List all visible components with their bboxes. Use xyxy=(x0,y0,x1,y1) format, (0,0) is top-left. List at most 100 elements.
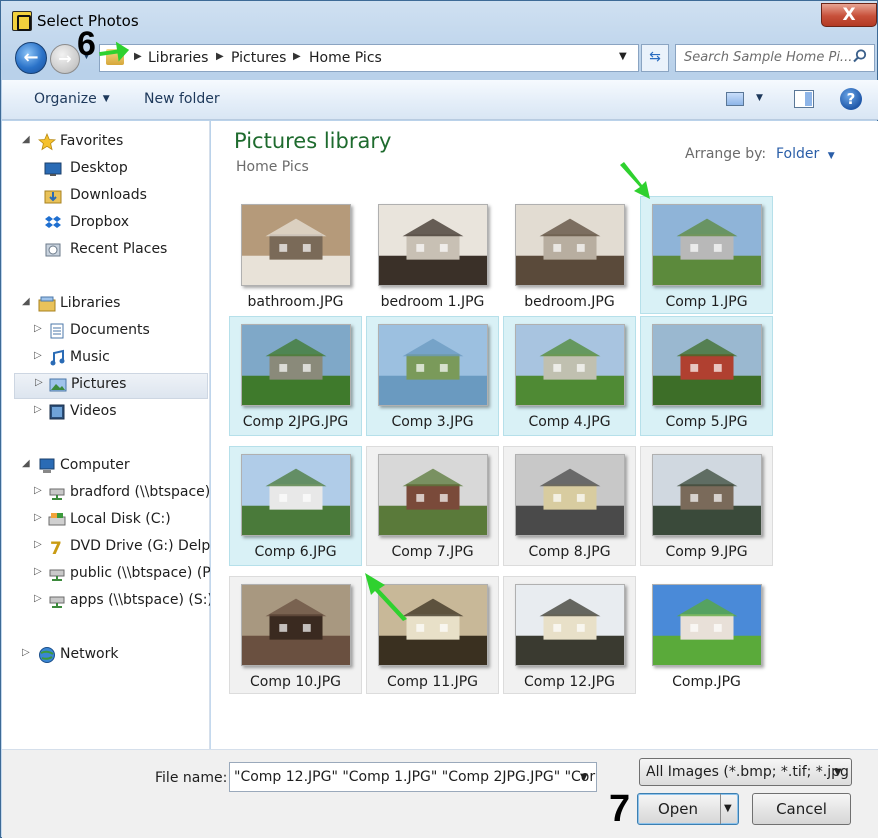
file-tile[interactable]: Comp 3.JPG xyxy=(366,316,499,436)
file-tile[interactable]: Comp 5.JPG xyxy=(640,316,773,436)
sidebar-item-apps-drive[interactable]: ▷ apps (\\btspace) (S:) xyxy=(28,590,210,614)
file-name-label: Comp 7.JPG xyxy=(391,544,474,560)
file-type-select[interactable]: All Images (*.bmp; *.tif; *.jpg xyxy=(639,758,852,786)
sidebar-item-libraries[interactable]: ◢ Libraries xyxy=(22,293,202,317)
sidebar-item-videos[interactable]: ▷ Videos xyxy=(28,401,204,425)
split-divider xyxy=(720,794,721,824)
expand-icon[interactable]: ▷ xyxy=(35,377,47,388)
open-options-chevron-icon[interactable]: ▼ xyxy=(724,794,732,824)
arrange-by-dropdown[interactable]: Folder ▼ xyxy=(776,146,835,162)
photo-thumbnail xyxy=(652,324,762,406)
sidebar-item-recent-places[interactable]: Recent Places xyxy=(28,239,204,263)
arrange-by-value: Folder xyxy=(776,146,820,162)
expand-icon[interactable]: ▷ xyxy=(34,512,46,523)
breadcrumb-libraries[interactable]: Libraries xyxy=(148,50,208,66)
expand-icon[interactable]: ▷ xyxy=(34,485,46,496)
sidebar-item-documents[interactable]: ▷ Documents xyxy=(28,320,204,344)
expand-icon[interactable]: ▷ xyxy=(34,593,46,604)
help-icon[interactable]: ? xyxy=(840,88,862,110)
change-view-icon[interactable] xyxy=(726,92,744,106)
sidebar-item-music[interactable]: ▷ Music xyxy=(28,347,204,371)
file-type-chevron-icon[interactable]: ▼ xyxy=(834,767,842,778)
file-name-chevron-icon[interactable]: ▼ xyxy=(580,772,588,783)
view-options-chevron-icon[interactable]: ▼ xyxy=(756,93,763,103)
title-bar: Select Photos X xyxy=(1,1,878,41)
sidebar-label: Pictures xyxy=(71,376,127,392)
sidebar-item-local-disk[interactable]: ▷ Local Disk (C:) xyxy=(28,509,210,533)
network-drive-icon xyxy=(49,488,65,500)
file-tile[interactable]: Comp 8.JPG xyxy=(503,446,636,566)
preview-pane-icon[interactable] xyxy=(794,90,814,108)
breadcrumb-home-pics[interactable]: Home Pics xyxy=(309,50,382,66)
dvd-drive-icon: 7 xyxy=(50,539,62,556)
sidebar-item-computer[interactable]: ◢ Computer xyxy=(22,455,202,479)
expand-icon[interactable]: ▷ xyxy=(22,647,34,658)
refresh-button[interactable]: ⇆ xyxy=(641,44,669,72)
file-tile[interactable]: bathroom.JPG xyxy=(229,196,362,314)
cancel-button[interactable]: Cancel xyxy=(752,793,851,825)
collapse-icon[interactable]: ◢ xyxy=(22,296,34,307)
file-tile[interactable]: Comp 4.JPG xyxy=(503,316,636,436)
file-tile[interactable]: Comp 9.JPG xyxy=(640,446,773,566)
sidebar-item-downloads[interactable]: Downloads xyxy=(28,185,204,209)
svg-text:7: 7 xyxy=(50,539,62,556)
sidebar-item-dvd-drive[interactable]: ▷ 7 DVD Drive (G:) Delph xyxy=(28,536,210,560)
sidebar-item-pictures[interactable]: ▷ Pictures xyxy=(14,373,208,399)
organize-label: Organize xyxy=(34,91,97,107)
chevron-down-icon: ▼ xyxy=(827,151,835,161)
photo-thumbnail xyxy=(241,454,351,536)
breadcrumb-separator-icon[interactable]: ▶ xyxy=(293,51,301,62)
file-tile[interactable]: Comp.JPG xyxy=(640,576,773,694)
forward-button[interactable]: → xyxy=(50,44,80,74)
breadcrumb-separator-icon[interactable]: ▶ xyxy=(216,51,224,62)
sidebar-label: Dropbox xyxy=(70,214,129,230)
library-title: Pictures library xyxy=(234,129,392,153)
search-icon[interactable] xyxy=(853,49,867,63)
file-name-input[interactable]: "Comp 12.JPG" "Comp 1.JPG" "Comp 2JPG.JP… xyxy=(229,762,597,792)
expand-icon[interactable]: ▷ xyxy=(34,350,46,361)
file-tile[interactable]: Comp 7.JPG xyxy=(366,446,499,566)
close-button[interactable]: X xyxy=(821,3,877,27)
expand-icon[interactable]: ▷ xyxy=(34,323,46,334)
organize-menu[interactable]: Organize ▼ xyxy=(34,91,110,107)
file-tile[interactable]: Comp 10.JPG xyxy=(229,576,362,694)
step-annotation-7: 7 xyxy=(609,788,631,830)
address-history-chevron-icon[interactable]: ▼ xyxy=(619,51,627,62)
sidebar-item-bradford-drive[interactable]: ▷ bradford (\\btspace) xyxy=(28,482,210,506)
open-button[interactable]: Open ▼ xyxy=(637,793,739,825)
back-button[interactable]: ← xyxy=(15,42,47,74)
sidebar-item-favorites[interactable]: ◢ Favorites xyxy=(22,131,202,155)
open-label: Open xyxy=(657,800,699,818)
file-tile[interactable]: Comp 1.JPG xyxy=(640,196,773,314)
sidebar-label: bradford (\\btspace) xyxy=(70,484,210,500)
arrange-by-label: Arrange by: xyxy=(685,146,767,162)
file-name-label: Comp 8.JPG xyxy=(528,544,611,560)
photo-thumbnail xyxy=(515,204,625,286)
breadcrumb-pictures[interactable]: Pictures xyxy=(231,50,286,66)
breadcrumb-separator-icon[interactable]: ▶ xyxy=(134,51,142,62)
expand-icon[interactable]: ▷ xyxy=(34,566,46,577)
search-input[interactable]: Search Sample Home Pi... xyxy=(675,44,875,72)
file-tile[interactable]: Comp 6.JPG xyxy=(229,446,362,566)
chevron-down-icon: ▼ xyxy=(102,94,110,104)
collapse-icon[interactable]: ◢ xyxy=(22,134,34,145)
file-tile[interactable]: bedroom 1.JPG xyxy=(366,196,499,314)
file-tile[interactable]: Comp 12.JPG xyxy=(503,576,636,694)
sidebar-item-desktop[interactable]: Desktop xyxy=(28,158,204,182)
file-name-label: File name: xyxy=(155,770,228,786)
sidebar-label: DVD Drive (G:) Delph xyxy=(70,538,210,554)
sidebar-item-network[interactable]: ▷ Network xyxy=(22,644,202,668)
step-annotation-6: 6 xyxy=(77,25,96,63)
file-tile[interactable]: Comp 2JPG.JPG xyxy=(229,316,362,436)
recent-places-icon xyxy=(45,243,61,257)
libraries-icon xyxy=(38,296,56,312)
expand-icon[interactable]: ▷ xyxy=(34,539,46,550)
sidebar-item-public-drive[interactable]: ▷ public (\\btspace) (P: xyxy=(28,563,210,587)
file-tile[interactable]: bedroom.JPG xyxy=(503,196,636,314)
collapse-icon[interactable]: ◢ xyxy=(22,458,34,469)
expand-icon[interactable]: ▷ xyxy=(34,404,46,415)
file-name-label: Comp 4.JPG xyxy=(528,414,611,430)
new-folder-button[interactable]: New folder xyxy=(144,91,220,107)
sidebar-item-dropbox[interactable]: Dropbox xyxy=(28,212,204,236)
address-bar[interactable]: ▶ Libraries ▶ Pictures ▶ Home Pics xyxy=(99,44,639,72)
